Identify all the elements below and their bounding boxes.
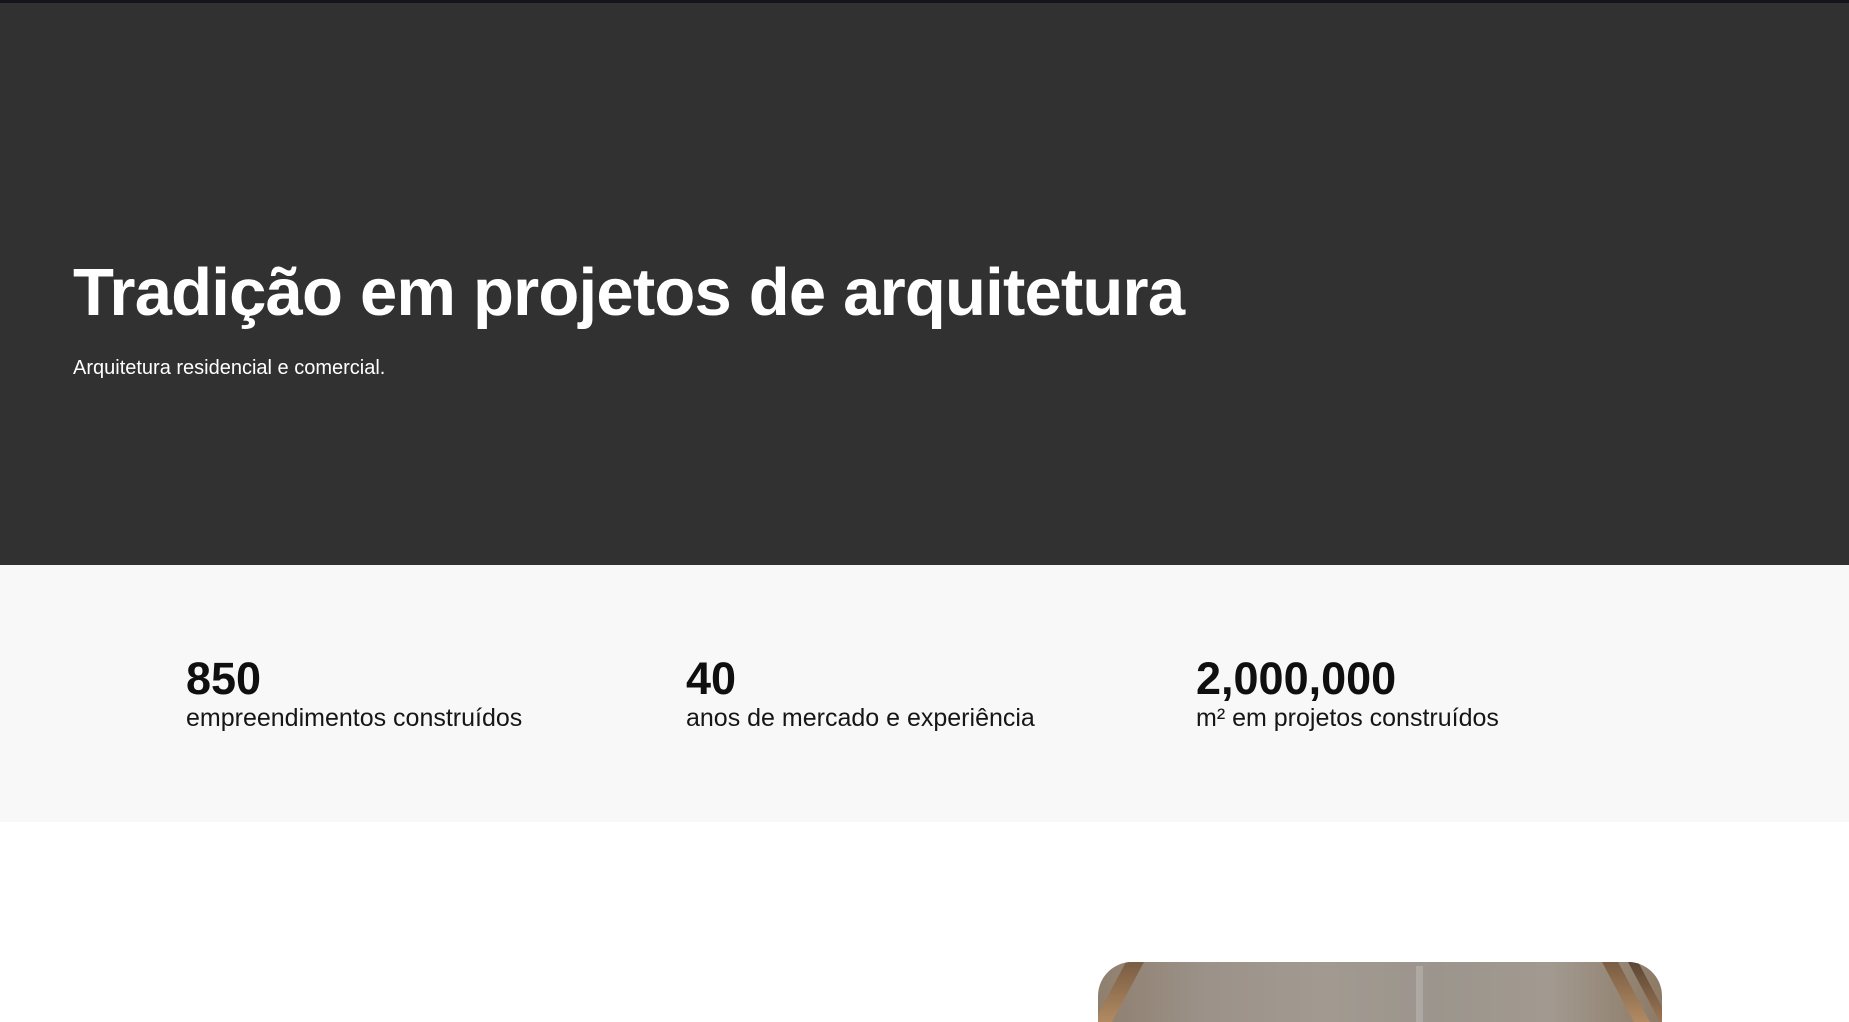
image-detail-shape [1416,966,1423,1022]
stat-value: 850 [186,653,262,704]
stat-item-area: 2,000,000 m² em projetos construídos [1196,653,1499,733]
stat-label: m² em projetos construídos [1196,704,1499,732]
stat-value: 2,000,000 [1196,653,1397,704]
stat-item-projects: 850 empreendimentos construídos [186,653,522,733]
stat-label: empreendimentos construídos [186,704,523,732]
hero-title: Tradição em projetos de arquitetura [73,255,1185,330]
architecture-photo-icon [1098,962,1662,1022]
stats-section: 850 empreendimentos construídos 40 anos … [0,565,1849,822]
stat-label: anos de mercado e experiência [686,704,1035,732]
stat-value: 40 [686,653,737,704]
hero-subtitle: Arquitetura residencial e comercial. [73,357,386,379]
stat-item-years: 40 anos de mercado e experiência [686,653,1035,733]
hero-section: Tradição em projetos de arquitetura Arqu… [0,3,1849,565]
